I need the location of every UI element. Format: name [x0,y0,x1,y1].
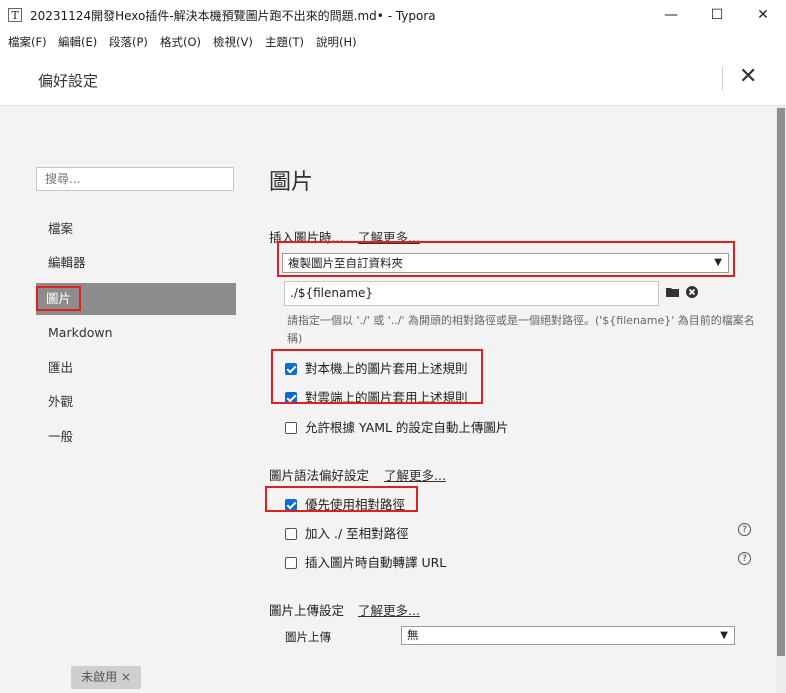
sidebar-item-markdown[interactable]: Markdown [36,317,236,349]
sidebar-item-appearance[interactable]: 外觀 [36,386,236,418]
preferences-title: 偏好設定 [38,72,99,90]
path-hint-text: 請指定一個以 './' 或 '../' 為開頭的相對路徑或是一個絕對路徑。('$… [287,314,755,345]
header-divider [722,66,723,90]
highlight-prefer-relative [265,486,418,512]
uploader-value: 無 [407,628,419,642]
add-dot-slash-label: 加入 ./ 至相對路徑 [305,526,409,541]
syntax-preference-label: 圖片語法偏好設定 [269,468,370,483]
preferences-header: 偏好設定 ✕ [0,52,786,106]
auto-escape-url-checkbox[interactable] [285,557,297,569]
maximize-button[interactable]: ☐ [694,0,740,30]
sidebar-item-label: 匯出 [48,360,74,375]
typora-app-icon: T [8,8,22,22]
sidebar-item-label: 一般 [48,429,74,444]
upload-settings-label: 圖片上傳設定 [269,603,345,618]
uploader-label: 圖片上傳 [285,630,331,644]
yaml-upload-option[interactable]: 允許根據 YAML 的設定自動上傳圖片 [285,417,508,435]
uploader-select[interactable]: 無 ▼ [401,626,735,645]
highlight-insert-select [277,241,735,277]
page-title: 圖片 [269,170,314,195]
sidebar-item-export[interactable]: 匯出 [36,352,236,384]
menu-view[interactable]: 檢視(V) [213,34,253,50]
sidebar-item-editor[interactable]: 編輯器 [36,247,236,279]
close-preferences-button[interactable]: ✕ [739,63,757,91]
syntax-learn-more-link[interactable]: 了解更多... [384,465,446,484]
title-bar: T 20231124開發Hexo插件-解決本機預覽圖片跑不出來的問題.md• -… [0,0,786,30]
help-icon[interactable]: ? [738,552,751,565]
menu-file[interactable]: 檔案(F) [8,34,47,50]
clear-icon[interactable] [686,286,698,298]
help-icon[interactable]: ? [738,523,751,536]
yaml-upload-label: 允許根據 YAML 的設定自動上傳圖片 [305,420,509,435]
menu-format[interactable]: 格式(O) [160,34,201,50]
sidebar-item-label: Markdown [48,325,113,340]
menu-help[interactable]: 說明(H) [316,34,357,50]
sidebar-item-label: 圖片 [36,286,82,311]
auto-escape-url-option[interactable]: 插入圖片時自動轉譯 URL [285,552,446,570]
auto-escape-url-label: 插入圖片時自動轉譯 URL [305,555,447,570]
minimize-button[interactable]: — [648,0,694,30]
folder-icon[interactable] [666,286,680,298]
image-path-input[interactable]: ./${filename} [284,281,659,306]
menu-paragraph[interactable]: 段落(P) [109,34,148,50]
yaml-upload-checkbox[interactable] [285,422,297,434]
sidebar-item-general[interactable]: 一般 [36,421,236,453]
chevron-down-icon: ▼ [720,630,728,641]
upload-learn-more-link[interactable]: 了解更多... [358,600,420,619]
window-close-button[interactable]: ✕ [740,0,786,30]
sidebar-item-label: 檔案 [48,221,74,236]
add-dot-slash-checkbox[interactable] [285,528,297,540]
scrollbar-thumb[interactable] [777,108,785,656]
sidebar-item-label: 外觀 [48,394,74,409]
menu-themes[interactable]: 主題(T) [265,34,304,50]
preferences-search-input[interactable] [36,167,234,191]
status-badge[interactable]: 未啟用 × [71,666,141,689]
sidebar-item-file[interactable]: 檔案 [36,213,236,245]
sidebar-item-label: 編輯器 [48,255,86,270]
sidebar-item-image[interactable]: 圖片 [36,283,236,315]
menu-bar: 檔案(F) 編輯(E) 段落(P) 格式(O) 檢視(V) 主題(T) 說明(H… [0,30,786,52]
highlight-apply-options [271,349,483,404]
add-dot-slash-option[interactable]: 加入 ./ 至相對路徑 [285,523,409,541]
menu-edit[interactable]: 編輯(E) [58,34,97,50]
window-title: 20231124開發Hexo插件-解決本機預覽圖片跑不出來的問題.md• - T… [30,9,436,23]
